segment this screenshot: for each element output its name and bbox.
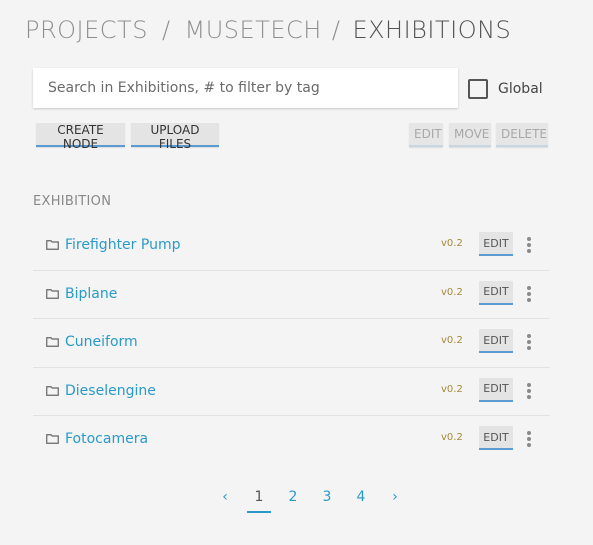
more-options-icon[interactable] — [523, 429, 535, 449]
folder-icon — [46, 434, 59, 444]
list-item: Biplane v0.2 EDIT — [33, 271, 550, 319]
search-input[interactable] — [33, 68, 458, 108]
global-checkbox[interactable] — [468, 79, 488, 99]
version-badge: v0.2 — [441, 335, 463, 346]
list-item: Dieselengine v0.2 EDIT — [33, 368, 550, 416]
breadcrumb-musetech[interactable]: MUSETECH — [185, 16, 322, 44]
item-title[interactable]: Dieselengine — [65, 383, 156, 399]
pagination-page-3[interactable]: 3 — [310, 481, 344, 514]
upload-files-button[interactable]: UPLOAD FILES — [131, 123, 219, 151]
pagination-page-label: 1 — [254, 489, 264, 505]
item-edit-button[interactable]: EDIT — [479, 232, 513, 256]
item-title[interactable]: Biplane — [65, 286, 117, 302]
create-node-button[interactable]: CREATE NODE — [36, 123, 125, 151]
global-label: Global — [498, 81, 543, 97]
version-badge: v0.2 — [441, 383, 463, 395]
list-item: Cuneiform v0.2 EDIT — [33, 319, 550, 368]
breadcrumb-exhibitions: EXHIBITIONS — [352, 16, 512, 44]
folder-icon — [46, 337, 59, 347]
more-options-icon[interactable] — [523, 235, 535, 255]
pagination-next[interactable]: › — [378, 481, 412, 514]
pagination-page-4[interactable]: 4 — [344, 481, 378, 514]
version-badge: v0.2 — [441, 286, 463, 298]
more-options-icon[interactable] — [523, 332, 535, 352]
breadcrumb-projects[interactable]: PROJECTS — [25, 16, 148, 44]
item-edit-button[interactable]: EDIT — [479, 280, 513, 305]
folder-icon — [46, 240, 59, 250]
breadcrumb: PROJECTS / MUSETECH / EXHIBITIONS — [25, 16, 511, 44]
item-edit-button[interactable]: EDIT — [479, 426, 513, 450]
pagination-page-1[interactable]: 1 — [242, 481, 276, 514]
pagination-page-2[interactable]: 2 — [276, 481, 310, 514]
delete-button[interactable]: DELETE — [496, 123, 548, 147]
edit-button[interactable]: EDIT — [409, 123, 443, 147]
pagination-prev[interactable]: ‹ — [208, 481, 242, 514]
list-item: Firefighter Pump v0.2 EDIT — [33, 222, 550, 271]
active-page-indicator — [247, 511, 271, 513]
folder-icon — [46, 385, 59, 396]
version-badge: v0.2 — [441, 432, 463, 443]
item-title[interactable]: Firefighter Pump — [65, 237, 180, 253]
move-button[interactable]: MOVE — [449, 123, 491, 147]
version-badge: v0.2 — [441, 238, 463, 249]
breadcrumb-separator: / — [161, 16, 171, 44]
item-title[interactable]: Cuneiform — [65, 334, 138, 350]
more-options-icon[interactable] — [523, 284, 535, 304]
item-title[interactable]: Fotocamera — [65, 431, 148, 447]
list-item: Fotocamera v0.2 EDIT — [33, 416, 550, 465]
breadcrumb-separator: / — [331, 16, 341, 44]
global-toggle[interactable]: Global — [468, 79, 543, 99]
folder-icon — [46, 288, 59, 299]
more-options-icon[interactable] — [523, 381, 535, 401]
item-edit-button[interactable]: EDIT — [479, 377, 513, 402]
item-edit-button[interactable]: EDIT — [479, 329, 513, 353]
exhibition-list: Firefighter Pump v0.2 EDIT Biplane v0.2 … — [33, 222, 550, 465]
section-label: EXHIBITION — [33, 194, 112, 209]
pagination: ‹ 1 2 3 4 › — [208, 481, 412, 514]
